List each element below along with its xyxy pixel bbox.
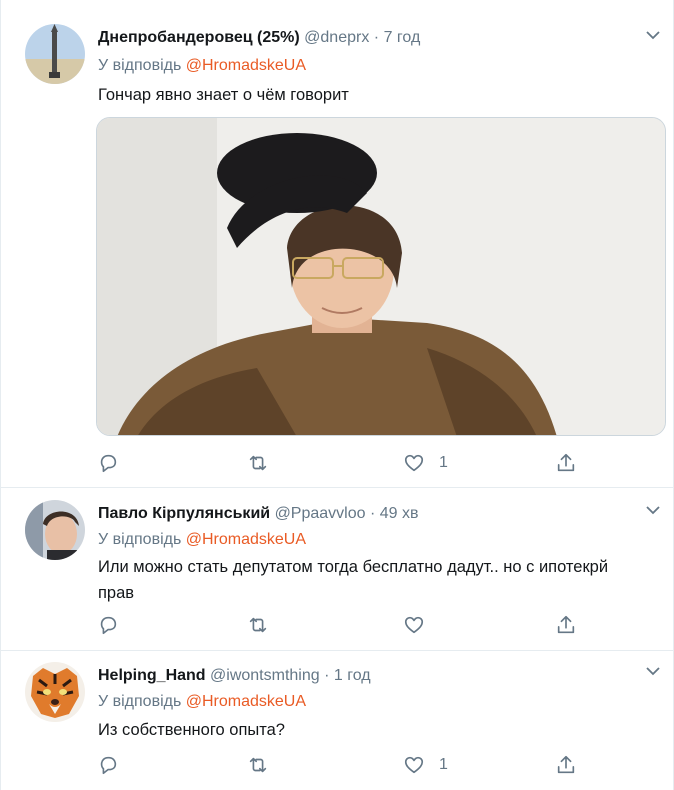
reply-icon bbox=[100, 454, 117, 473]
retweet-icon bbox=[249, 617, 267, 633]
retweet-button[interactable] bbox=[247, 753, 269, 777]
reply-mention-link[interactable]: @HromadskeUA bbox=[186, 693, 306, 710]
chevron-down-icon[interactable] bbox=[645, 30, 661, 40]
like-count: 1 bbox=[439, 756, 448, 773]
reply-button[interactable] bbox=[97, 451, 119, 475]
tweet-feed: Днепробандеровец (25%) @dneprx · 7 год У… bbox=[0, 0, 674, 790]
reply-icon bbox=[100, 616, 117, 635]
like-icon bbox=[404, 756, 424, 774]
share-button[interactable] bbox=[555, 613, 577, 637]
timestamp[interactable]: 49 хв bbox=[380, 505, 419, 522]
share-icon bbox=[557, 453, 575, 472]
reply-button[interactable] bbox=[97, 613, 119, 637]
display-name[interactable]: Helping_Hand bbox=[98, 667, 206, 684]
chevron-down-icon[interactable] bbox=[645, 666, 661, 676]
like-count: 1 bbox=[439, 454, 448, 471]
display-name[interactable]: Днепробандеровец (25%) bbox=[98, 29, 300, 46]
share-icon bbox=[557, 755, 575, 774]
display-name[interactable]: Павло Кірпулянський bbox=[98, 505, 270, 522]
reply-prefix: У відповідь bbox=[98, 531, 182, 548]
tweet[interactable]: Павло Кірпулянський @Ppaavvloo · 49 хв У… bbox=[1, 488, 673, 651]
avatar[interactable] bbox=[25, 662, 85, 722]
reply-icon bbox=[100, 756, 117, 775]
reply-context: У відповідь @HromadskeUA bbox=[98, 692, 306, 712]
share-button[interactable] bbox=[555, 753, 577, 777]
chevron-down-icon[interactable] bbox=[645, 505, 661, 515]
reply-mention-link[interactable]: @HromadskeUA bbox=[186, 531, 306, 548]
like-button[interactable] bbox=[403, 613, 439, 637]
tweet-text-line: прав bbox=[98, 584, 135, 602]
user-handle[interactable]: @dneprx bbox=[304, 29, 369, 46]
tweet-actions bbox=[97, 613, 617, 637]
reply-prefix: У відповідь bbox=[98, 57, 182, 74]
retweet-button[interactable] bbox=[247, 613, 269, 637]
reply-prefix: У відповідь bbox=[98, 693, 182, 710]
share-button[interactable] bbox=[555, 451, 577, 475]
timestamp[interactable]: 1 год bbox=[334, 667, 371, 684]
reply-button[interactable] bbox=[97, 753, 119, 777]
like-button[interactable]: 1 bbox=[403, 753, 448, 777]
timestamp[interactable]: 7 год bbox=[384, 29, 421, 46]
share-icon bbox=[557, 615, 575, 634]
tweet[interactable]: Днепробандеровец (25%) @dneprx · 7 год У… bbox=[1, 0, 673, 488]
like-icon bbox=[404, 616, 424, 634]
retweet-button[interactable] bbox=[247, 451, 269, 475]
separator-dot: · bbox=[373, 29, 380, 46]
tweet-actions: 1 bbox=[97, 451, 617, 475]
reply-context: У відповідь @HromadskeUA bbox=[98, 56, 306, 76]
tweet[interactable]: Helping_Hand @iwontsmthing · 1 год У від… bbox=[1, 651, 673, 790]
tweet-text: Гончар явно знает о чём говорит bbox=[98, 86, 349, 104]
reply-mention-link[interactable]: @HromadskeUA bbox=[186, 57, 306, 74]
tweet-text-line: Или можно стать депутатом тогда бесплатн… bbox=[98, 558, 609, 576]
tweet-text: Из собственного опыта? bbox=[98, 721, 285, 739]
user-handle[interactable]: @Ppaavvloo bbox=[275, 505, 366, 522]
separator-dot: · bbox=[369, 505, 376, 522]
tweet-photo[interactable] bbox=[96, 117, 666, 436]
separator-dot: · bbox=[324, 667, 330, 684]
avatar[interactable] bbox=[25, 24, 85, 84]
retweet-icon bbox=[249, 757, 267, 773]
tweet-header: Днепробандеровец (25%) @dneprx · 7 год bbox=[98, 28, 420, 48]
retweet-icon bbox=[249, 455, 267, 471]
tweet-header: Helping_Hand @iwontsmthing · 1 год bbox=[98, 666, 371, 686]
reply-context: У відповідь @HromadskeUA bbox=[98, 530, 306, 550]
user-handle[interactable]: @iwontsmthing bbox=[210, 667, 320, 684]
avatar[interactable] bbox=[25, 500, 85, 560]
like-icon bbox=[404, 454, 424, 472]
tweet-header: Павло Кірпулянський @Ppaavvloo · 49 хв bbox=[98, 504, 419, 524]
tweet-actions: 1 bbox=[97, 753, 617, 777]
like-button[interactable]: 1 bbox=[403, 451, 448, 475]
